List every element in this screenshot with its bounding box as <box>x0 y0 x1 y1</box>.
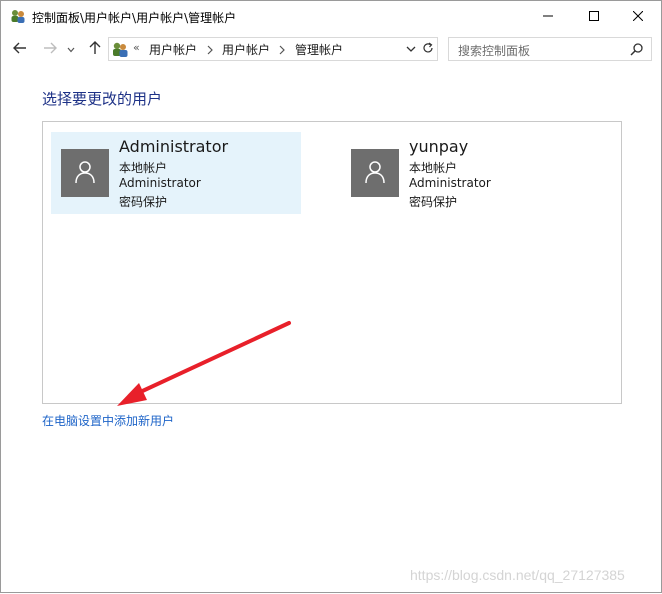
close-icon <box>632 10 644 24</box>
up-button[interactable] <box>85 39 105 59</box>
maximize-icon <box>589 10 599 24</box>
account-protection: 密码保护 <box>119 195 168 209</box>
account-group: Administrator <box>409 176 491 190</box>
account-group: Administrator <box>119 176 201 190</box>
page-heading: 选择要更改的用户 <box>42 90 163 108</box>
back-button[interactable] <box>10 39 30 59</box>
account-tile-yunpay[interactable]: yunpay 本地帐户 Administrator 密码保护 <box>341 132 591 214</box>
address-dropdown-icon[interactable] <box>404 42 418 56</box>
avatar <box>61 149 109 197</box>
account-type: 本地帐户 <box>409 161 458 175</box>
search-placeholder: 搜索控制面板 <box>458 44 531 58</box>
account-type: 本地帐户 <box>119 161 168 175</box>
title-bar[interactable]: 控制面板\用户帐户\用户帐户\管理帐户 <box>1 1 661 32</box>
account-name: Administrator <box>119 137 229 156</box>
user-icon <box>74 160 96 187</box>
chevron-down-icon <box>67 42 75 56</box>
arrow-up-icon <box>89 40 101 58</box>
user-icon <box>364 160 386 187</box>
account-tile-administrator[interactable]: Administrator 本地帐户 Administrator 密码保护 <box>51 132 301 214</box>
refresh-icon <box>422 42 434 57</box>
search-input[interactable]: 搜索控制面板 <box>448 37 652 61</box>
maximize-button[interactable] <box>571 1 617 32</box>
breadcrumb-user-accounts-2[interactable]: 用户帐户 <box>222 41 270 58</box>
breadcrumb-user-accounts-1[interactable]: 用户帐户 <box>149 41 197 58</box>
window-title: 控制面板\用户帐户\用户帐户\管理帐户 <box>32 11 237 25</box>
avatar <box>351 149 399 197</box>
add-new-user-link[interactable]: 在电脑设置中添加新用户 <box>42 412 174 429</box>
address-bar[interactable]: « 用户帐户 用户帐户 管理帐户 <box>108 37 421 61</box>
account-protection: 密码保护 <box>409 195 458 209</box>
search-icon[interactable] <box>630 42 644 56</box>
breadcrumb-manage-accounts[interactable]: 管理帐户 <box>295 41 343 58</box>
minimize-icon <box>543 10 553 24</box>
account-name: yunpay <box>409 137 469 156</box>
arrow-left-icon <box>13 42 27 57</box>
breadcrumb-overflow[interactable]: « <box>133 41 140 54</box>
chevron-right-icon[interactable] <box>277 44 287 55</box>
forward-button[interactable] <box>40 39 60 59</box>
control-panel-icon <box>111 40 129 58</box>
refresh-button[interactable] <box>419 37 438 61</box>
accounts-list: Administrator 本地帐户 Administrator 密码保护 yu… <box>42 121 622 404</box>
arrow-right-icon <box>43 42 57 57</box>
chevron-right-icon[interactable] <box>205 44 215 55</box>
user-accounts-icon <box>10 8 26 24</box>
minimize-button[interactable] <box>525 1 571 32</box>
navigation-bar: « 用户帐户 用户帐户 管理帐户 搜索控制面板 <box>1 34 661 64</box>
watermark: https://blog.csdn.net/qq_27127385 <box>410 567 625 583</box>
control-panel-window: 控制面板\用户帐户\用户帐户\管理帐户 « 用户帐户 用户帐户 管理帐户 搜索控… <box>0 0 662 593</box>
close-button[interactable] <box>615 1 661 32</box>
recent-locations-button[interactable] <box>64 39 78 59</box>
